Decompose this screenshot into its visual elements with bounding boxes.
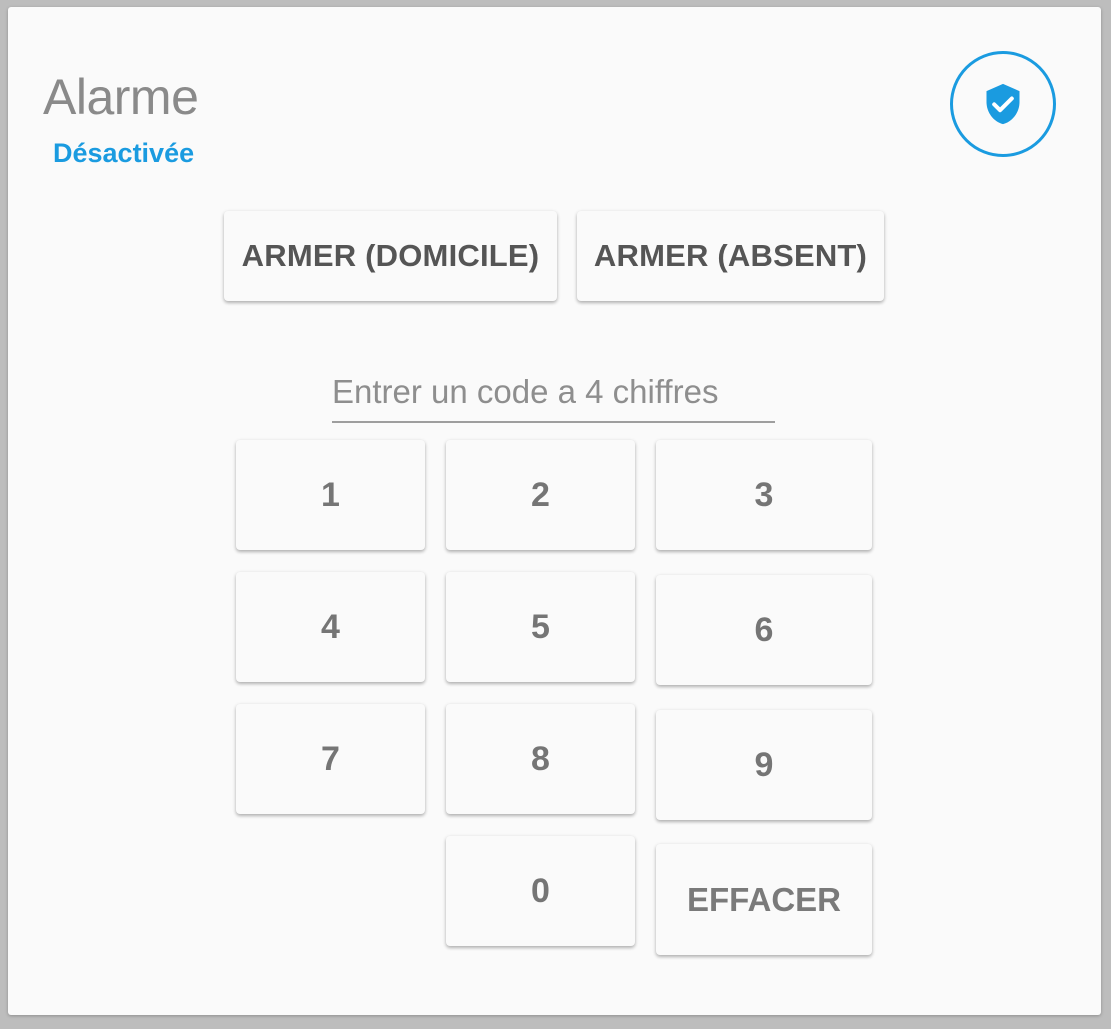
key-0-button[interactable]: 0 (446, 836, 635, 946)
key-1-button[interactable]: 1 (236, 440, 425, 550)
arm-away-button[interactable]: ARMER (ABSENT) (577, 211, 884, 301)
code-input[interactable] (332, 367, 775, 417)
card-title: Alarme (43, 69, 199, 125)
key-4-button[interactable]: 4 (236, 572, 425, 682)
alarm-status-badge[interactable] (950, 51, 1056, 157)
key-5-button[interactable]: 5 (446, 572, 635, 682)
key-6-button[interactable]: 6 (656, 575, 872, 685)
shield-check-icon (986, 83, 1020, 125)
key-2-button[interactable]: 2 (446, 440, 635, 550)
key-9-button[interactable]: 9 (656, 710, 872, 820)
key-7-button[interactable]: 7 (236, 704, 425, 814)
clear-button[interactable]: EFFACER (656, 844, 872, 955)
key-3-button[interactable]: 3 (656, 440, 872, 550)
alarm-state-label: Désactivée (53, 138, 195, 168)
key-8-button[interactable]: 8 (446, 704, 635, 814)
code-field (332, 367, 775, 423)
alarm-panel-card: Alarme Désactivée ARMER (DOMICILE) ARMER… (8, 7, 1101, 1015)
arm-home-button[interactable]: ARMER (DOMICILE) (224, 211, 557, 301)
